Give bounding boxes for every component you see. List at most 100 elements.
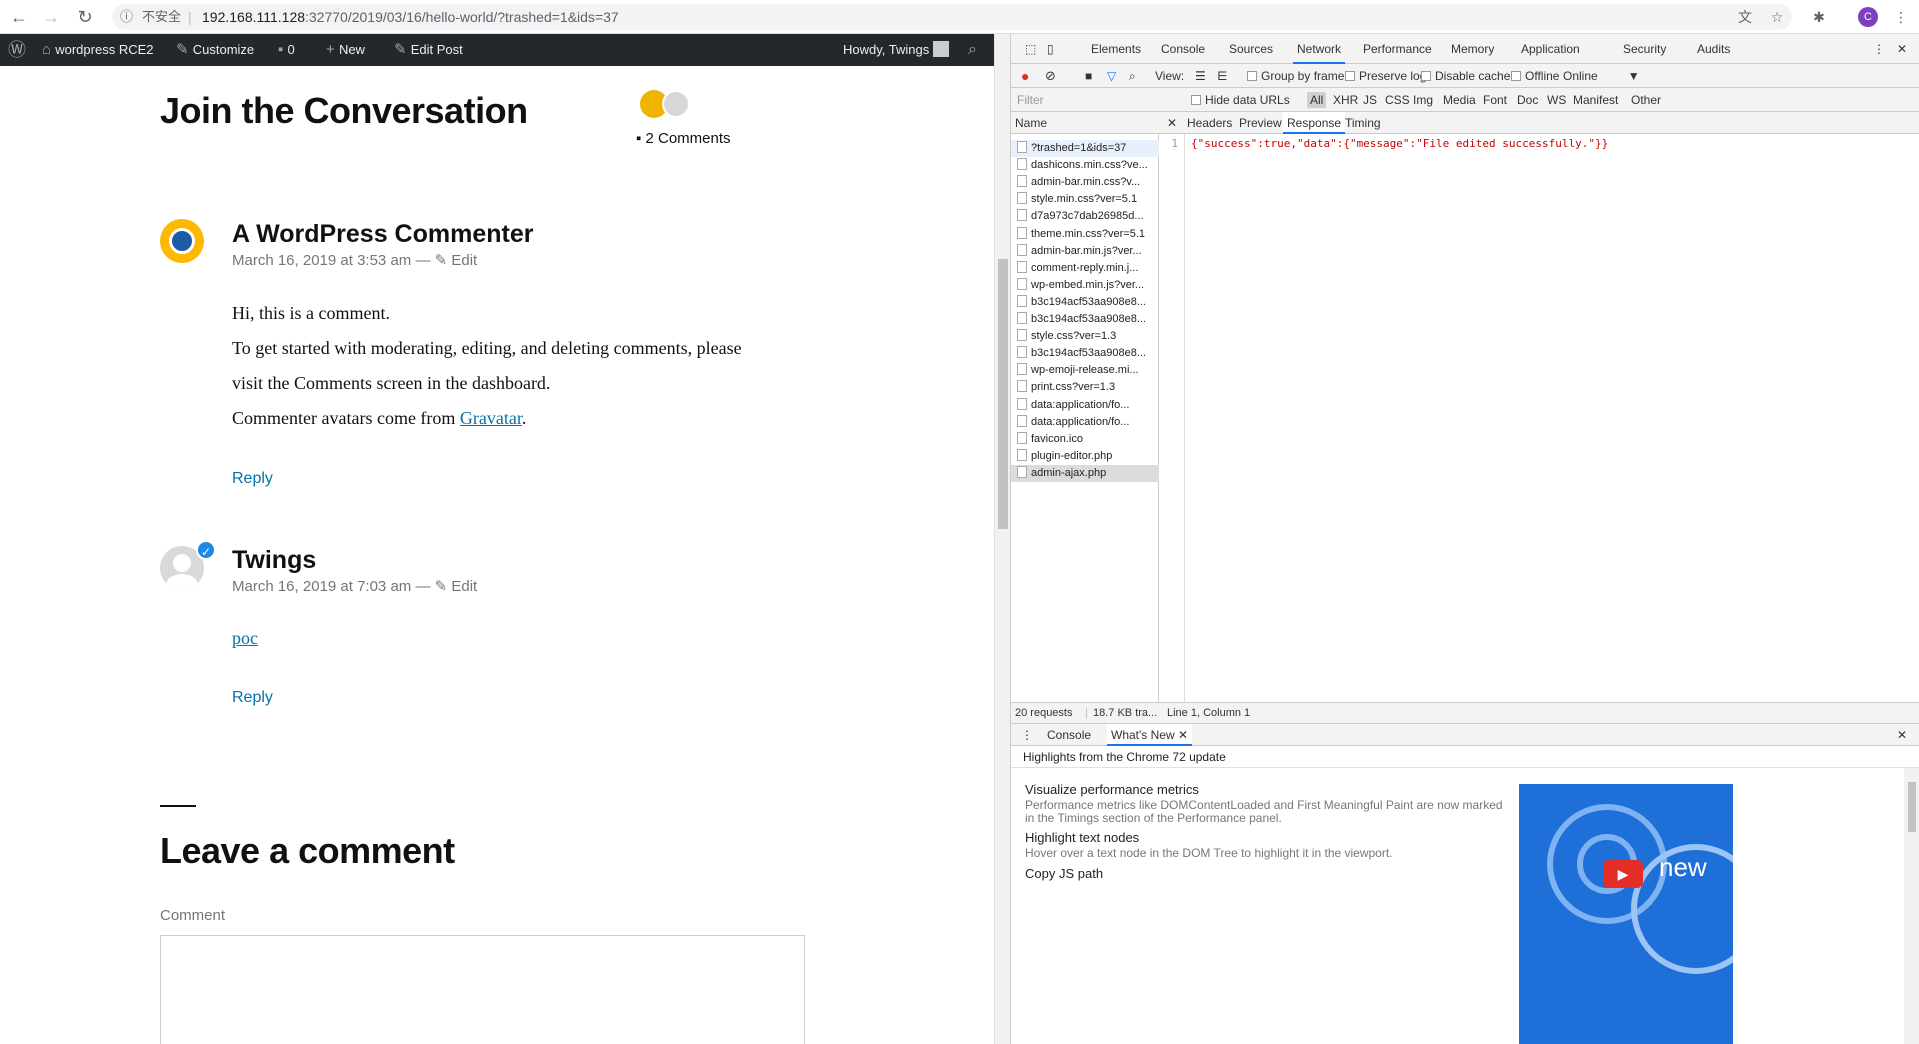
reply-link[interactable]: Reply — [232, 470, 273, 488]
tab-elements[interactable]: Elements — [1091, 34, 1141, 64]
drawer-menu-icon[interactable]: ⋮ — [1021, 724, 1033, 746]
page-scrollbar[interactable] — [994, 34, 1010, 1044]
type-filter-js[interactable]: JS — [1363, 88, 1377, 112]
inspect-element-icon[interactable]: ⬚ — [1025, 34, 1036, 64]
type-filter-media[interactable]: Media — [1443, 88, 1476, 112]
back-icon[interactable]: ← — [8, 6, 30, 28]
comments-menu[interactable]: ▪ 0 — [278, 34, 295, 66]
network-request-row[interactable]: ?trashed=1&ids=37 — [1011, 140, 1159, 157]
tab-performance[interactable]: Performance — [1363, 34, 1432, 64]
tab-timing[interactable]: Timing — [1345, 112, 1381, 134]
type-filter-font[interactable]: Font — [1483, 88, 1507, 112]
tab-headers[interactable]: Headers — [1187, 112, 1232, 134]
scrollbar-thumb[interactable] — [998, 259, 1008, 529]
type-filter-ws[interactable]: WS — [1547, 88, 1566, 112]
disable-cache-checkbox[interactable]: Disable cache — [1421, 64, 1510, 88]
type-filter-all[interactable]: All — [1307, 92, 1327, 108]
network-request-row[interactable]: data:application/fo... — [1011, 414, 1159, 431]
filter-input[interactable]: Filter — [1017, 88, 1044, 112]
throttling-select[interactable]: Online ▼ — [1563, 64, 1640, 88]
response-viewer[interactable]: 1 {"success":true,"data":{"message":"Fil… — [1159, 134, 1919, 702]
wordpress-logo-icon[interactable]: Ⓦ — [8, 34, 26, 66]
type-filter-manifest[interactable]: Manifest — [1573, 88, 1618, 112]
network-request-row[interactable]: favicon.ico — [1011, 431, 1159, 448]
network-request-row[interactable]: data:application/fo... — [1011, 397, 1159, 414]
comments-link[interactable]: ▪ 2 Comments — [636, 130, 731, 147]
close-tab-icon[interactable]: ✕ — [1178, 728, 1188, 742]
type-filter-doc[interactable]: Doc — [1517, 88, 1538, 112]
new-content-menu[interactable]: + New — [326, 34, 365, 66]
type-filter-img[interactable]: Img — [1413, 88, 1433, 112]
devtools-menu-icon[interactable]: ⋮ — [1873, 34, 1885, 64]
network-request-row[interactable]: plugin-editor.php — [1011, 448, 1159, 465]
tab-response[interactable]: Response — [1283, 112, 1346, 134]
my-account-menu[interactable]: Howdy, Twings — [843, 34, 949, 66]
group-by-frame-checkbox[interactable]: Group by frame — [1247, 64, 1344, 88]
info-icon[interactable]: ⓘ — [120, 4, 133, 30]
record-icon[interactable]: ● — [1021, 64, 1029, 88]
network-request-row[interactable]: wp-embed.min.js?ver... — [1011, 277, 1159, 294]
customize-menu[interactable]: ✎ Customize — [176, 34, 254, 66]
bookmark-star-icon[interactable]: ☆ — [1768, 8, 1786, 26]
tab-console[interactable]: Console — [1161, 34, 1205, 64]
network-request-row[interactable]: b3c194acf53aa908e8... — [1011, 345, 1159, 362]
tab-preview[interactable]: Preview — [1239, 112, 1282, 134]
promo-video-thumbnail[interactable]: ▶ new — [1519, 784, 1733, 1044]
network-request-row[interactable]: comment-reply.min.j... — [1011, 260, 1159, 277]
name-column-header[interactable]: Name — [1011, 112, 1159, 134]
network-request-row[interactable]: dashicons.min.css?ve... — [1011, 157, 1159, 174]
reply-link[interactable]: Reply — [232, 689, 273, 707]
forward-icon[interactable]: → — [40, 6, 62, 28]
network-request-row[interactable]: style.css?ver=1.3 — [1011, 328, 1159, 345]
clear-icon[interactable]: ⊘ — [1045, 64, 1056, 88]
tab-audits[interactable]: Audits — [1697, 34, 1730, 64]
scrollbar-thumb[interactable] — [1908, 782, 1916, 832]
translate-icon[interactable]: 文 — [1736, 8, 1754, 26]
edit-comment-link[interactable]: ✎ Edit — [435, 578, 478, 595]
search-icon[interactable]: ⌕ — [1129, 64, 1136, 88]
comment-author[interactable]: A WordPress Commenter — [232, 220, 533, 249]
network-request-row[interactable]: theme.min.css?ver=5.1 — [1011, 226, 1159, 243]
poc-link[interactable]: poc — [232, 628, 258, 648]
tab-sources[interactable]: Sources — [1229, 34, 1273, 64]
extension-icon[interactable]: ✱ — [1810, 8, 1828, 26]
network-request-row[interactable]: admin-bar.min.css?v... — [1011, 174, 1159, 191]
close-devtools-icon[interactable]: ✕ — [1897, 34, 1907, 64]
list-view-icon[interactable]: ☰ — [1195, 64, 1206, 88]
comment-textarea[interactable] — [160, 935, 805, 1044]
edit-comment-link[interactable]: ✎ Edit — [435, 252, 478, 269]
whats-new-title[interactable]: Visualize performance metrics — [1025, 782, 1199, 797]
site-name-menu[interactable]: ⌂ wordpress RCE2 — [42, 34, 154, 66]
type-filter-other[interactable]: Other — [1631, 88, 1661, 112]
drawer-tab-console[interactable]: Console — [1047, 724, 1091, 746]
network-request-row[interactable]: b3c194acf53aa908e8... — [1011, 294, 1159, 311]
address-bar[interactable]: ⓘ 不安全 | 192.168.111.128 :32770/2019/03/1… — [112, 4, 1792, 30]
comment-date[interactable]: March 16, 2019 at 3:53 am — [232, 252, 411, 269]
tab-application[interactable]: Application — [1521, 34, 1580, 64]
menu-icon[interactable]: ⋮ — [1892, 8, 1910, 26]
offline-checkbox[interactable]: Offline — [1511, 64, 1559, 88]
whats-new-title[interactable]: Highlight text nodes — [1025, 830, 1139, 845]
tab-security[interactable]: Security — [1623, 34, 1666, 64]
network-request-row[interactable]: admin-bar.min.js?ver... — [1011, 243, 1159, 260]
waterfall-view-icon[interactable]: ⋿ — [1217, 64, 1227, 88]
drawer-tab-whats-new[interactable]: What's New ✕ — [1107, 724, 1193, 746]
device-toolbar-icon[interactable]: ▯ — [1047, 34, 1054, 64]
screenshot-icon[interactable]: ■ — [1085, 64, 1092, 88]
tab-memory[interactable]: Memory — [1451, 34, 1494, 64]
gravatar-link[interactable]: Gravatar — [460, 408, 522, 428]
drawer-scrollbar[interactable] — [1904, 768, 1919, 1044]
network-request-row[interactable]: print.css?ver=1.3 — [1011, 379, 1159, 396]
youtube-play-icon[interactable]: ▶ — [1603, 860, 1643, 888]
whats-new-title[interactable]: Copy JS path — [1025, 866, 1103, 881]
network-request-row[interactable]: wp-emoji-release.mi... — [1011, 362, 1159, 379]
filter-icon[interactable]: ▽ — [1107, 64, 1116, 88]
profile-avatar[interactable]: C — [1858, 7, 1878, 27]
close-detail-icon[interactable]: ✕ — [1167, 112, 1177, 134]
close-drawer-icon[interactable]: ✕ — [1897, 724, 1907, 746]
edit-post-menu[interactable]: ✎ Edit Post — [394, 34, 463, 66]
comment-date[interactable]: March 16, 2019 at 7:03 am — [232, 578, 411, 595]
comment-author[interactable]: Twings — [232, 546, 316, 575]
network-request-row[interactable]: d7a973c7dab26985d... — [1011, 208, 1159, 225]
search-icon[interactable]: ⌕ — [968, 34, 977, 66]
